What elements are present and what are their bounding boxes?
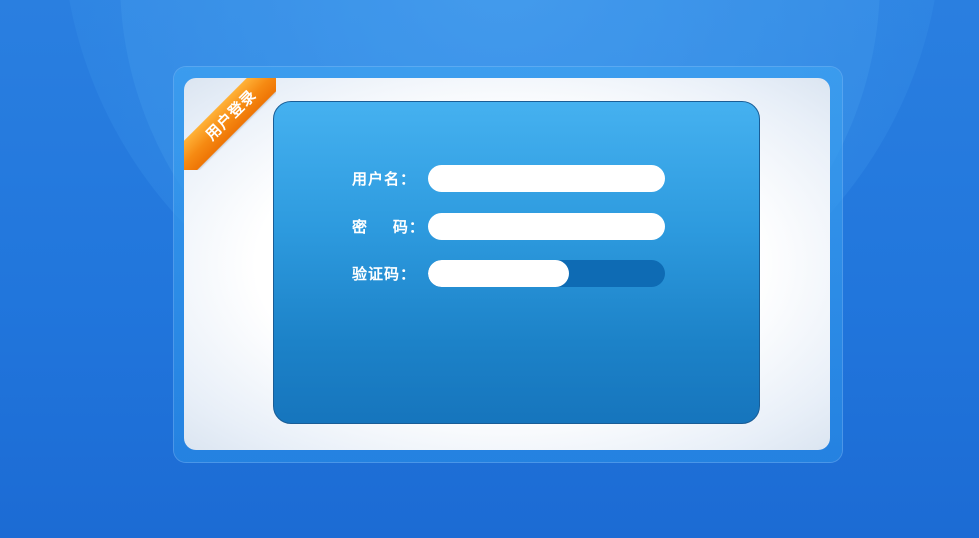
captcha-label: 验证码： — [352, 264, 417, 283]
password-label: 密 码： — [352, 217, 425, 236]
captcha-row: 验证码： — [352, 259, 665, 287]
username-row: 用户名： — [352, 164, 665, 192]
username-input[interactable] — [428, 164, 665, 192]
captcha-field — [428, 259, 665, 287]
ribbon-label: 用户登录 — [184, 78, 276, 170]
captcha-image[interactable] — [569, 260, 665, 287]
corner-ribbon: 用户登录 — [184, 78, 276, 170]
login-form: 用户名： 密 码： 验证码： — [273, 101, 760, 424]
username-label: 用户名： — [352, 169, 417, 188]
captcha-input[interactable] — [428, 259, 569, 287]
password-input[interactable] — [428, 212, 665, 240]
password-row: 密 码： — [352, 212, 665, 240]
